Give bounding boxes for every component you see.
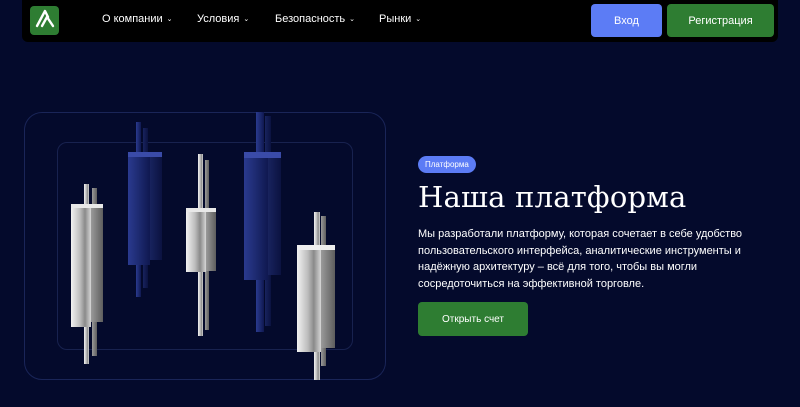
candle-blue-1 — [128, 122, 162, 297]
candle-silver-1 — [71, 184, 103, 364]
candle-silver-3 — [297, 212, 335, 380]
candlesticks-graphic — [71, 112, 335, 380]
chevron-down-icon: ⌄ — [349, 16, 356, 23]
nav-item-markets[interactable]: Рынки ⌄ — [379, 13, 421, 25]
chevron-down-icon: ⌄ — [243, 16, 250, 23]
platform-illustration — [24, 112, 386, 380]
hero-description: Мы разработали платформу, которая сочета… — [418, 228, 743, 290]
logo[interactable] — [30, 6, 59, 35]
nav-item-label: Безопасность — [275, 13, 346, 25]
candle-silver-2 — [186, 154, 216, 336]
open-account-button[interactable]: Открыть счет — [418, 302, 528, 336]
nav-item-conditions[interactable]: Условия ⌄ — [197, 13, 249, 25]
page-title: Наша платформа — [418, 180, 687, 214]
nav-item-label: Рынки — [379, 13, 412, 25]
nav-item-about[interactable]: О компании ⌄ — [102, 13, 173, 25]
candle-blue-2 — [244, 112, 281, 332]
top-navigation: О компании ⌄ Условия ⌄ Безопасность ⌄ Рынки… — [22, 0, 778, 42]
chevron-down-icon: ⌄ — [166, 16, 173, 23]
nav-item-label: О компании — [102, 13, 163, 25]
section-badge: Платформа — [418, 156, 476, 173]
login-button[interactable]: Вход — [591, 4, 662, 37]
nav-item-label: Условия — [197, 13, 240, 25]
nav-item-security[interactable]: Безопасность ⌄ — [275, 13, 355, 25]
register-button[interactable]: Регистрация — [667, 4, 774, 37]
chevron-down-icon: ⌄ — [415, 16, 422, 23]
trading-logo-icon — [35, 8, 55, 33]
